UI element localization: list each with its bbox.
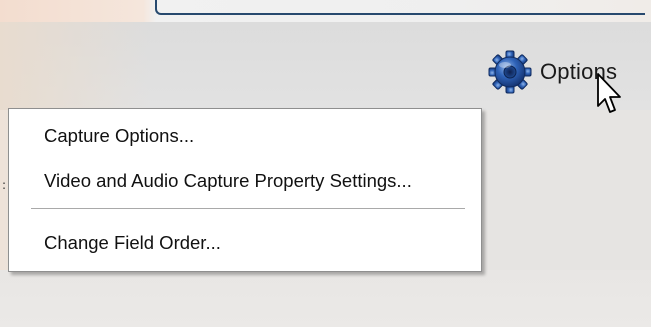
mouse-cursor-icon [597, 73, 621, 113]
toolbar-tint [0, 22, 150, 110]
menu-item-capture-options[interactable]: Capture Options... [9, 120, 481, 152]
gear-icon [488, 50, 532, 94]
menu-item-capture-property-settings[interactable]: Video and Audio Capture Property Setting… [9, 165, 481, 197]
lower-panel [0, 270, 651, 327]
options-menu: Capture Options... Video and Audio Captu… [8, 108, 482, 272]
panel-border [155, 0, 645, 15]
menu-separator [31, 208, 465, 210]
menu-item-change-field-order[interactable]: Change Field Order... [9, 227, 481, 259]
background-mark: : [2, 178, 7, 192]
